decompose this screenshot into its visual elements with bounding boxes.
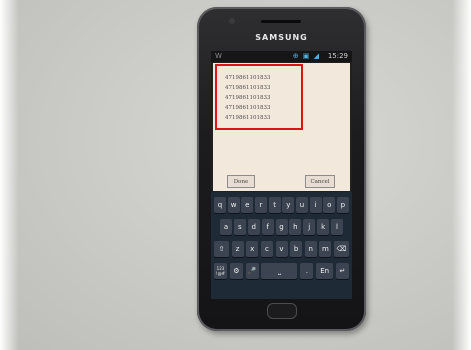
carrier-indicator: W xyxy=(215,52,222,60)
status-time: 15:29 xyxy=(327,52,348,60)
symbols-key[interactable]: 123 !@# xyxy=(214,263,227,279)
keyboard-row-3: ⇧ z x c v b n m ⌫ xyxy=(214,241,349,257)
keyboard-row-4: 123 !@# ⚙ 🎤 ⎵ . En ↵ xyxy=(214,263,349,279)
key-d[interactable]: d xyxy=(247,219,260,235)
earpiece-speaker xyxy=(261,20,301,23)
key-a[interactable]: a xyxy=(220,219,232,235)
status-bar: W ⊕ ▣ ◢ 15:29 xyxy=(211,51,352,62)
period-key[interactable]: . xyxy=(300,263,314,279)
front-camera xyxy=(229,18,235,24)
annotation-highlight-box xyxy=(215,64,303,130)
samsung-phone: SAMSUNG W ⊕ ▣ ◢ 15:29 4719861101833 4719… xyxy=(197,7,366,331)
key-j[interactable]: j xyxy=(303,219,316,235)
key-w[interactable]: w xyxy=(227,197,240,213)
key-g[interactable]: g xyxy=(275,219,288,235)
key-m[interactable]: m xyxy=(319,241,332,257)
key-b[interactable]: b xyxy=(290,241,303,257)
space-key[interactable]: ⎵ xyxy=(261,263,298,279)
cancel-button[interactable]: Cancel xyxy=(305,175,335,188)
key-o[interactable]: o xyxy=(323,197,336,213)
key-f[interactable]: f xyxy=(261,219,274,235)
key-h[interactable]: h xyxy=(289,219,302,235)
key-i[interactable]: i xyxy=(309,197,322,213)
shift-key[interactable]: ⇧ xyxy=(214,241,229,257)
backspace-key[interactable]: ⌫ xyxy=(334,241,349,257)
key-s[interactable]: s xyxy=(233,219,246,235)
brand-logo: SAMSUNG xyxy=(255,33,308,42)
key-z[interactable]: z xyxy=(231,241,244,257)
key-c[interactable]: c xyxy=(260,241,273,257)
key-x[interactable]: x xyxy=(246,241,259,257)
onscreen-keyboard: q w e r t y u i o p a s d f g h j k l ⇧ … xyxy=(211,192,352,299)
status-icons: ⊕ ▣ ◢ xyxy=(292,52,320,60)
home-button[interactable] xyxy=(267,303,297,319)
settings-gear-icon[interactable]: ⚙ xyxy=(229,263,243,279)
key-e[interactable]: e xyxy=(241,197,254,213)
key-u[interactable]: u xyxy=(295,197,308,213)
key-l[interactable]: l xyxy=(331,219,343,235)
key-q[interactable]: q xyxy=(214,197,226,213)
keyboard-row-1: q w e r t y u i o p xyxy=(214,197,349,213)
microphone-icon[interactable]: 🎤 xyxy=(245,263,259,279)
done-button[interactable]: Done xyxy=(227,175,255,188)
key-y[interactable]: y xyxy=(282,197,295,213)
key-p[interactable]: p xyxy=(336,197,349,213)
key-t[interactable]: t xyxy=(268,197,281,213)
key-k[interactable]: k xyxy=(317,219,330,235)
key-n[interactable]: n xyxy=(304,241,317,257)
key-v[interactable]: v xyxy=(275,241,288,257)
key-r[interactable]: r xyxy=(254,197,267,213)
keyboard-row-2: a s d f g h j k l xyxy=(220,219,343,235)
language-key[interactable]: En xyxy=(316,263,334,279)
enter-key[interactable]: ↵ xyxy=(335,263,349,279)
